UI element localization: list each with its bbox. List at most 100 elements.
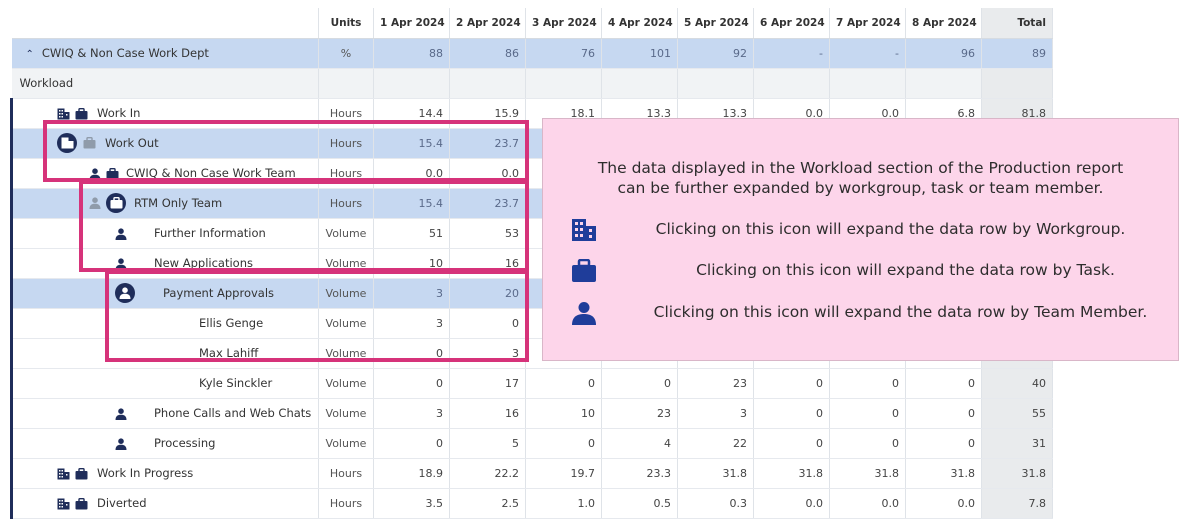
- tooltip-member-text: Clicking on this icon will expand the da…: [653, 303, 1148, 321]
- chevron-up-icon[interactable]: ⌃: [26, 49, 34, 60]
- value-cell: 0: [525, 368, 602, 399]
- value-cell: 0.0: [449, 158, 526, 189]
- value-cell: 51: [373, 218, 450, 249]
- value-cell: 0: [753, 428, 830, 459]
- value-cell: -: [753, 38, 830, 69]
- value-cell: 2.5: [449, 488, 526, 519]
- value-cell: 3: [373, 278, 450, 309]
- value-cell: 3: [677, 398, 754, 429]
- value-cell: 22.2: [449, 458, 526, 489]
- value-cell: 14.4: [373, 98, 450, 129]
- tooltip-intro-line: The data displayed in the Workload secti…: [597, 159, 1124, 177]
- value-cell: 23.7: [449, 188, 526, 219]
- row-label-cell: Max Lahiff: [10, 338, 319, 369]
- tooltip-workgroup-line: Clicking on this icon will expand the da…: [543, 218, 1178, 242]
- briefcase-icon[interactable]: [106, 167, 119, 180]
- date-column-header: 8 Apr 2024: [905, 8, 982, 39]
- building-icon[interactable]: [57, 133, 77, 153]
- value-cell: 4: [601, 428, 678, 459]
- person-icon[interactable]: [115, 257, 127, 270]
- value-cell: 76: [525, 38, 602, 69]
- row-label-cell: CWIQ & Non Case Work Team: [10, 158, 319, 189]
- briefcase-icon: [571, 258, 597, 287]
- value-cell: 0: [905, 428, 982, 459]
- value-cell: 10: [525, 398, 602, 429]
- total-cell: 89: [981, 38, 1053, 69]
- units-cell: Hours: [318, 98, 374, 129]
- units-cell: Volume: [318, 428, 374, 459]
- value-cell: 23.3: [601, 458, 678, 489]
- units-cell: Hours: [318, 158, 374, 189]
- total-cell: 40: [981, 368, 1053, 399]
- total-cell: 55: [981, 398, 1053, 429]
- row-label: Phone Calls and Web Chats: [154, 406, 312, 420]
- value-cell: 0: [829, 428, 906, 459]
- building-icon[interactable]: [57, 498, 70, 510]
- value-cell: 19.7: [525, 458, 602, 489]
- units-cell: [318, 68, 374, 99]
- person-icon[interactable]: [89, 197, 101, 209]
- value-cell: 3.5: [373, 488, 450, 519]
- value-cell: 0: [753, 398, 830, 429]
- value-cell: 0: [829, 368, 906, 399]
- value-cell: 0: [905, 368, 982, 399]
- building-icon[interactable]: [57, 108, 70, 120]
- tooltip-workgroup-text: Clicking on this icon will expand the da…: [655, 220, 1126, 238]
- briefcase-icon[interactable]: [75, 497, 88, 510]
- table-row: Processing Volume 0 5 0 4 22 0 0 0 31: [10, 428, 1053, 459]
- value-cell: -: [829, 38, 906, 69]
- person-icon[interactable]: [115, 407, 127, 420]
- value-cell: 0: [373, 338, 450, 369]
- briefcase-icon[interactable]: [75, 107, 88, 120]
- value-cell: [525, 68, 602, 99]
- row-label: Payment Approvals: [163, 285, 275, 300]
- row-label-cell: Diverted: [10, 488, 319, 519]
- row-label: Diverted: [97, 496, 147, 510]
- value-cell: 3: [449, 338, 526, 369]
- row-label-cell: Workload: [11, 68, 319, 99]
- row-label: Further Information: [154, 226, 266, 240]
- building-icon[interactable]: [57, 468, 70, 480]
- value-cell: 0.3: [677, 488, 754, 519]
- units-cell: Volume: [318, 248, 374, 279]
- row-label: CWIQ & Non Case Work Team: [126, 166, 296, 180]
- briefcase-icon[interactable]: [83, 137, 96, 149]
- person-icon[interactable]: [89, 167, 101, 180]
- value-cell: 53: [449, 218, 526, 249]
- value-cell: [449, 68, 526, 99]
- row-label: Work In: [97, 106, 141, 120]
- person-icon[interactable]: [115, 437, 127, 450]
- person-icon: [571, 301, 597, 329]
- tooltip-member-line: Clicking on this icon will expand the da…: [543, 301, 1178, 325]
- briefcase-icon[interactable]: [75, 467, 88, 480]
- value-cell: 3: [373, 398, 450, 429]
- table-row: Diverted Hours 3.5 2.5 1.0 0.5 0.3 0.0 0.0 0.0 7.8: [10, 488, 1053, 519]
- person-icon[interactable]: [115, 227, 127, 240]
- value-cell: 0: [525, 428, 602, 459]
- value-cell: 31.8: [753, 458, 830, 489]
- units-cell: Volume: [318, 338, 374, 369]
- value-cell: 0.0: [373, 158, 450, 189]
- row-label: Work In Progress: [97, 466, 194, 480]
- value-cell: 0.0: [905, 488, 982, 519]
- value-cell: [753, 68, 830, 99]
- units-cell: Hours: [318, 458, 374, 489]
- total-cell: 7.8: [981, 488, 1053, 519]
- units-cell: Hours: [318, 188, 374, 219]
- briefcase-icon[interactable]: [106, 193, 126, 213]
- row-label-cell: Processing: [10, 428, 319, 459]
- row-label: Ellis Genge: [199, 316, 264, 330]
- row-label: Workload: [19, 76, 74, 90]
- value-cell: 20: [449, 278, 526, 309]
- row-label: Processing: [154, 436, 216, 450]
- date-column-header: 4 Apr 2024: [601, 8, 678, 39]
- row-label-cell: Payment Approvals: [10, 278, 319, 309]
- value-cell: 31.8: [905, 458, 982, 489]
- units-cell: %: [318, 38, 374, 69]
- value-cell: 0: [905, 398, 982, 429]
- date-column-header: 7 Apr 2024: [829, 8, 906, 39]
- value-cell: 92: [677, 38, 754, 69]
- person-icon[interactable]: [115, 283, 135, 303]
- table-row: Work In Progress Hours 18.9 22.2 19.7 23.3 31.…: [10, 458, 1053, 489]
- value-cell: 3: [373, 308, 450, 339]
